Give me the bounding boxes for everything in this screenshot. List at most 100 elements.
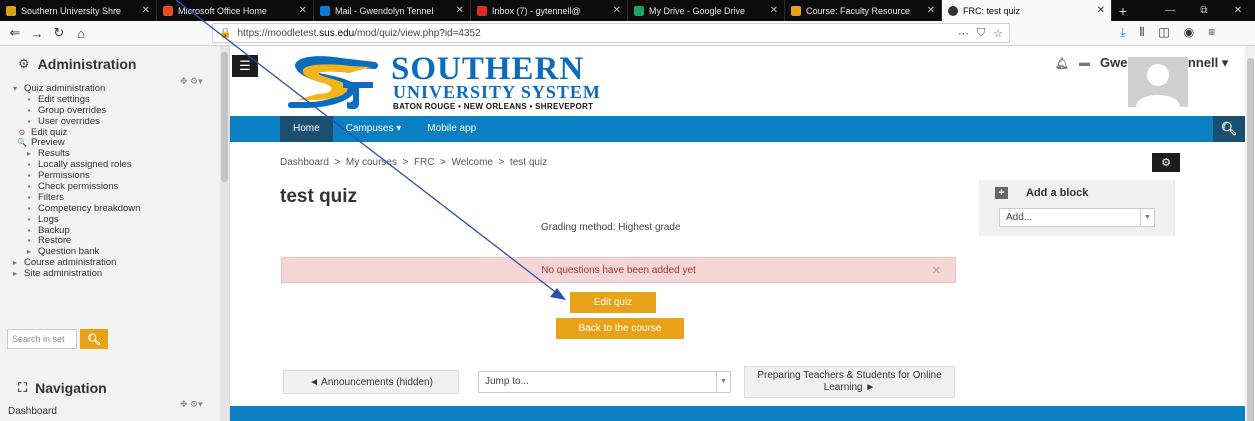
browser-tab[interactable]: Southern University Shre ✕ (0, 0, 157, 21)
close-icon[interactable]: ✕ (770, 5, 778, 16)
edit-quiz-button[interactable]: Edit quiz (570, 292, 656, 313)
admin-tree-item[interactable]: ▪ Backup (10, 224, 215, 236)
admin-tree-item[interactable]: ▪ Filters (10, 191, 215, 203)
admin-tree-label: Permissions (38, 170, 90, 182)
admin-tree-item[interactable]: ▪ Edit settings (10, 94, 215, 105)
home-icon[interactable]: ⌂ (70, 26, 92, 41)
alert-message: No questions have been added yet (541, 264, 696, 276)
admin-tree-item[interactable]: ▸ Course administration (10, 258, 215, 268)
admin-tree-label: Backup (38, 224, 70, 236)
breadcrumb-item[interactable]: My courses (346, 157, 397, 168)
bookmark-star-icon[interactable]: ☆ (993, 27, 1003, 40)
pocket-icon[interactable]: ⛉ (977, 27, 985, 40)
account-icon[interactable]: ◉ (1184, 25, 1194, 40)
close-icon[interactable]: ✕ (613, 5, 621, 16)
admin-tree-item[interactable]: ▪ User overrides (10, 116, 215, 127)
southern-university-logo[interactable]: SOUTHERN UNIVERSITY SYSTEM BATON ROUGE •… (281, 52, 661, 114)
download-icon[interactable]: ⤓ (1120, 25, 1125, 40)
browser-tab[interactable]: Inbox (7) - gytennell@ ✕ (471, 0, 628, 21)
restore-icon[interactable]: ⧉ (1187, 5, 1221, 16)
browser-tab[interactable]: My Drive - Google Drive ✕ (628, 0, 785, 21)
admin-tree-item[interactable]: ▸ Results (10, 149, 215, 159)
admin-tree-item[interactable]: ▪ Group overrides (10, 104, 215, 116)
next-activity-link[interactable]: Preparing Teachers & Students for Online… (744, 366, 955, 398)
admin-tree-item[interactable]: ▪ Check permissions (10, 182, 215, 192)
drawer-toggle-button[interactable]: ☰ (232, 55, 258, 77)
settings-search-input[interactable]: Search in set (7, 329, 77, 349)
admin-tree-label: Filters (38, 191, 64, 203)
previous-activity-link[interactable]: ◄ Announcements (hidden) (283, 370, 459, 394)
notifications-icon[interactable]: 🔔︎ (1055, 57, 1069, 70)
back-arrow-icon[interactable]: ⇐ (4, 25, 26, 41)
admin-tree-item[interactable]: ▸ Question bank (10, 247, 215, 257)
drawer-scrollbar[interactable] (220, 46, 229, 421)
browser-tab[interactable]: Course: Faculty Resource ✕ (785, 0, 942, 21)
close-icon[interactable]: ✕ (299, 5, 307, 16)
breadcrumb-separator-icon: > (434, 157, 452, 168)
admin-tree-item[interactable]: ▪ Permissions (10, 171, 215, 181)
menu-search-button[interactable]: 🔍︎ (1213, 116, 1245, 142)
admin-tree-item[interactable]: ▪ Competency breakdown (10, 202, 215, 214)
page-scrollbar[interactable] (1245, 46, 1255, 421)
admin-tree-label: Edit quiz (31, 126, 68, 138)
admin-tree-item[interactable]: ▪ Logs (10, 214, 215, 225)
library-icon[interactable]: ⫴ (1139, 25, 1144, 40)
administration-tree: ▾ Quiz administration ▪ Edit settings ▪ Group… (10, 84, 215, 280)
menu-icon[interactable]: ≡ (1208, 25, 1215, 40)
tree-marker-icon: ▸ (26, 149, 31, 159)
admin-tree-label: Group overrides (38, 104, 107, 116)
forward-arrow-icon[interactable]: → (26, 26, 48, 41)
breadcrumb-item: test quiz (509, 157, 548, 168)
close-icon[interactable]: ✕ (1097, 5, 1105, 16)
menu-home[interactable]: Home (280, 116, 333, 142)
new-tab-button[interactable]: + (1112, 0, 1134, 21)
menu-campuses[interactable]: Campuses ▾ (333, 116, 415, 142)
admin-tree-item[interactable]: ⚙ Edit quiz (10, 126, 215, 138)
page-title: test quiz (280, 186, 358, 207)
url-bar[interactable]: 🔒 https://moodletest.sus.edu/mod/quiz/vi… (212, 23, 1010, 43)
page-settings-button[interactable]: ⚙ (1152, 153, 1180, 172)
breadcrumb-item[interactable]: FRC (414, 157, 435, 168)
close-icon[interactable]: ✕ (456, 5, 464, 16)
add-block-select[interactable]: Add... ▼ (999, 208, 1155, 227)
browser-tab[interactable]: FRC: test quiz ✕ (942, 0, 1112, 21)
sidebar-icon[interactable]: ◫ (1158, 25, 1169, 40)
nav-block-controls-icon[interactable]: ✥ ⚙▾ (180, 399, 203, 410)
admin-tree-item[interactable]: ▸ Site administration (10, 269, 215, 279)
window-controls: — ⧉ ✕ (1153, 0, 1255, 21)
messages-icon[interactable]: ▬ (1079, 57, 1090, 69)
close-icon[interactable]: ✕ (932, 264, 941, 277)
admin-tree-item[interactable]: ▾ Quiz administration (10, 84, 215, 94)
settings-search-button[interactable]: 🔍︎ (80, 329, 108, 349)
logo-title: SOUTHERN (391, 51, 585, 87)
close-icon[interactable]: ✕ (927, 5, 935, 16)
menu-mobile-app[interactable]: Mobile app (414, 116, 489, 142)
browser-tab[interactable]: Mail - Gwendolyn Tennel ✕ (314, 0, 471, 21)
admin-tree-item[interactable]: ▪ Restore (10, 236, 215, 246)
back-to-course-button[interactable]: Back to the course (556, 318, 684, 339)
page-actions-icon[interactable]: ⋯ (958, 27, 969, 40)
screenshot-root: Southern University Shre ✕ Microsoft Offic… (0, 0, 1255, 421)
grading-method-text: Grading method: Highest grade (541, 222, 681, 233)
no-questions-alert: No questions have been added yet ✕ (281, 257, 956, 283)
breadcrumb-item[interactable]: Dashboard (280, 157, 329, 168)
admin-tree-label: Site administration (24, 268, 103, 280)
admin-tree-item[interactable]: ▪ Locally assigned roles (10, 160, 215, 170)
reload-icon[interactable]: ↻ (48, 25, 70, 41)
window-close-icon[interactable]: ✕ (1221, 5, 1255, 16)
minimize-icon[interactable]: — (1153, 5, 1187, 16)
avatar[interactable] (1128, 57, 1188, 107)
nav-item-dashboard[interactable]: Dashboard (8, 406, 57, 417)
breadcrumb-item[interactable]: Welcome (451, 157, 493, 168)
drawer-scroll-thumb[interactable] (221, 52, 228, 182)
jump-to-select[interactable]: Jump to... ▼ (478, 371, 731, 393)
add-block-panel: + Add a block Add... ▼ (979, 180, 1175, 236)
admin-tree-item[interactable]: 🔍 Preview (10, 138, 215, 148)
close-icon[interactable]: ✕ (142, 5, 150, 16)
browser-tab[interactable]: Microsoft Office Home ✕ (157, 0, 314, 21)
navigation-block-title: ⛶ Navigation (18, 380, 107, 396)
tab-favicon-icon (320, 5, 330, 16)
page-scroll-thumb[interactable] (1247, 58, 1254, 421)
tree-marker-icon: ▪ (27, 171, 31, 181)
admin-tree-label: Competency breakdown (38, 202, 141, 214)
